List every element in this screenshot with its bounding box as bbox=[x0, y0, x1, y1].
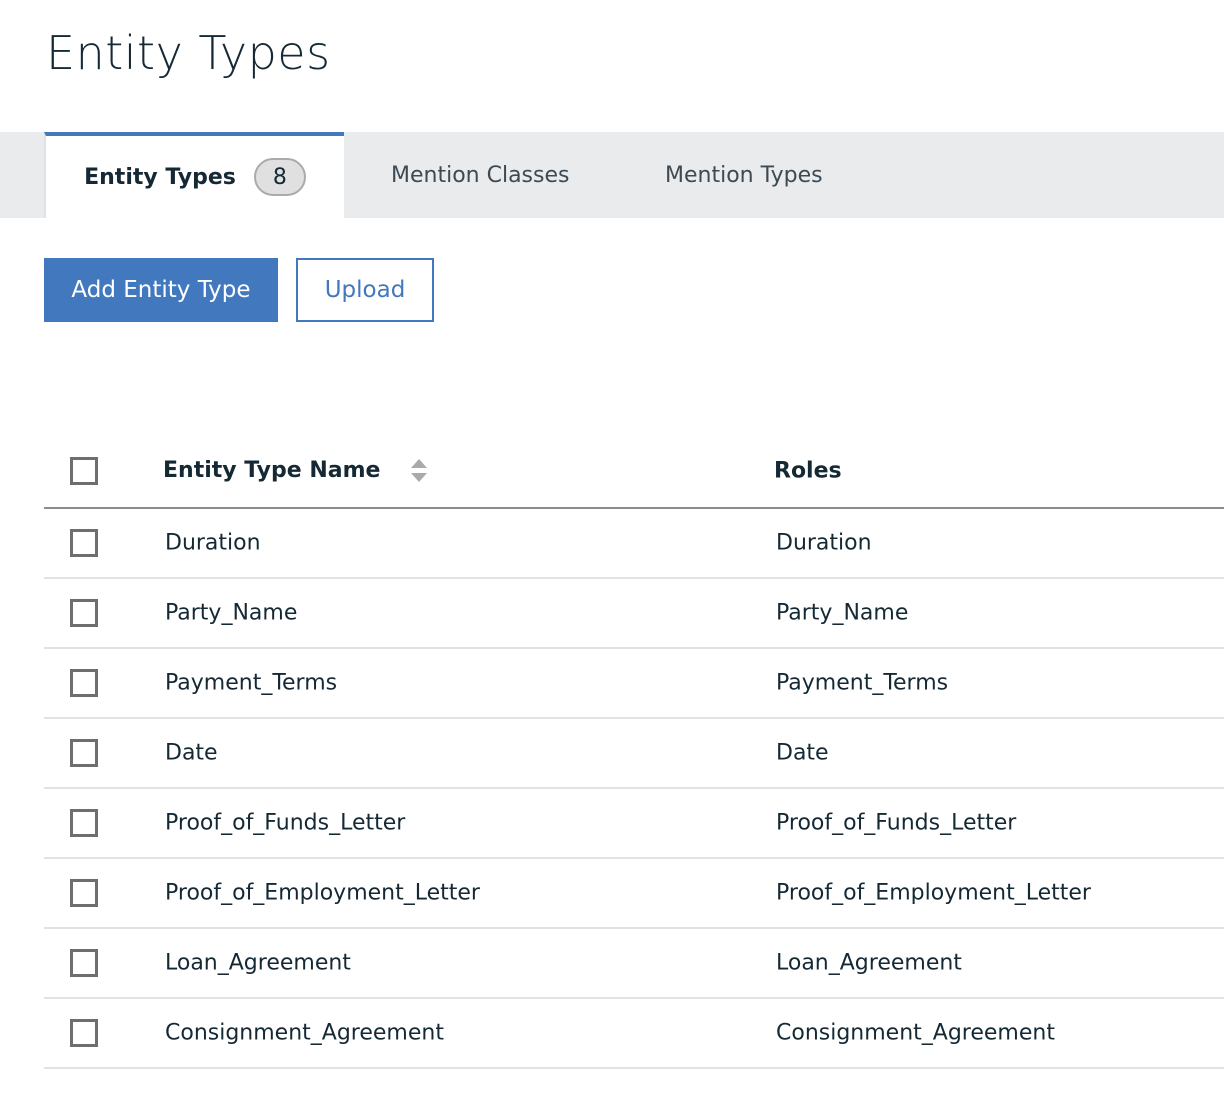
tab-bar: Entity Types 8 Mention Classes Mention T… bbox=[0, 132, 1224, 218]
entity-role: Loan_Agreement bbox=[776, 950, 962, 976]
entity-role: Proof_of_Employment_Letter bbox=[776, 880, 1091, 906]
row-checkbox[interactable] bbox=[70, 879, 98, 907]
sort-arrows-icon[interactable] bbox=[410, 458, 428, 484]
tab-mention-classes[interactable]: Mention Classes bbox=[391, 132, 569, 218]
table-row: Proof_of_Employment_Letter Proof_of_Empl… bbox=[44, 859, 1224, 929]
entity-type-name[interactable]: Duration bbox=[165, 531, 261, 556]
row-checkbox[interactable] bbox=[70, 669, 98, 697]
row-checkbox[interactable] bbox=[70, 529, 98, 557]
row-checkbox[interactable] bbox=[70, 809, 98, 837]
table-row: Party_Name Party_Name bbox=[44, 579, 1224, 649]
tab-entity-types[interactable]: Entity Types 8 bbox=[44, 132, 344, 218]
table-row: Consignment_Agreement Consignment_Agreem… bbox=[44, 999, 1224, 1069]
add-entity-type-button[interactable]: Add Entity Type bbox=[44, 258, 278, 322]
table-row: Date Date bbox=[44, 719, 1224, 789]
row-checkbox[interactable] bbox=[70, 1019, 98, 1047]
entity-types-table: Entity Type Name Roles Duration Duration… bbox=[44, 435, 1224, 1069]
entity-type-name[interactable]: Payment_Terms bbox=[165, 671, 337, 696]
select-all-checkbox[interactable] bbox=[70, 457, 98, 485]
table-row: Duration Duration bbox=[44, 509, 1224, 579]
entity-role: Date bbox=[776, 740, 829, 766]
column-header-roles: Roles bbox=[774, 458, 842, 484]
entity-type-name[interactable]: Proof_of_Employment_Letter bbox=[165, 881, 480, 906]
tab-mention-types[interactable]: Mention Types bbox=[665, 132, 823, 218]
entity-type-name[interactable]: Party_Name bbox=[165, 601, 297, 626]
entity-role: Consignment_Agreement bbox=[776, 1020, 1055, 1046]
entity-role: Duration bbox=[776, 530, 872, 556]
row-checkbox[interactable] bbox=[70, 949, 98, 977]
entity-type-name[interactable]: Date bbox=[165, 741, 218, 766]
tab-label: Entity Types bbox=[84, 164, 236, 190]
entity-type-name[interactable]: Proof_of_Funds_Letter bbox=[165, 811, 405, 836]
table-row: Payment_Terms Payment_Terms bbox=[44, 649, 1224, 719]
entity-role: Party_Name bbox=[776, 600, 909, 626]
table-header: Entity Type Name Roles bbox=[44, 435, 1224, 509]
row-checkbox[interactable] bbox=[70, 739, 98, 767]
entity-role: Payment_Terms bbox=[776, 670, 949, 696]
column-header-name[interactable]: Entity Type Name bbox=[163, 458, 428, 484]
table-row: Proof_of_Funds_Letter Proof_of_Funds_Let… bbox=[44, 789, 1224, 859]
row-checkbox[interactable] bbox=[70, 599, 98, 627]
entity-type-name[interactable]: Consignment_Agreement bbox=[165, 1021, 444, 1046]
entity-type-name[interactable]: Loan_Agreement bbox=[165, 951, 351, 976]
table-row: Loan_Agreement Loan_Agreement bbox=[44, 929, 1224, 999]
entity-role: Proof_of_Funds_Letter bbox=[776, 810, 1017, 836]
upload-button[interactable]: Upload bbox=[296, 258, 434, 322]
count-badge: 8 bbox=[253, 158, 306, 196]
page-title: Entity Types bbox=[46, 26, 331, 80]
